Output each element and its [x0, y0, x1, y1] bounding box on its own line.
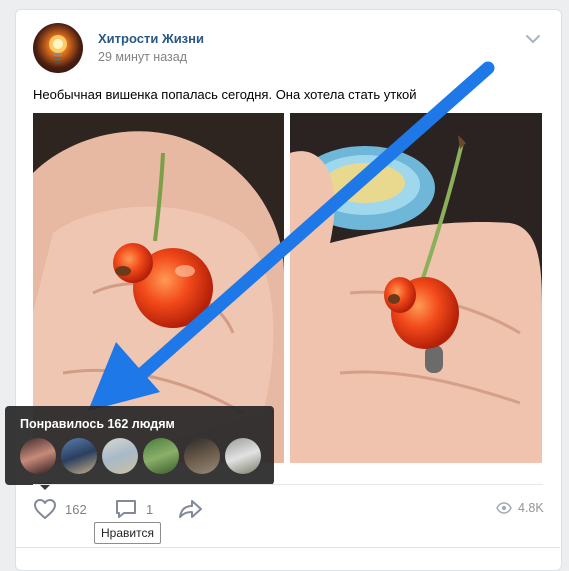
liker-avatar[interactable]: [20, 438, 56, 474]
eye-icon: [496, 502, 512, 514]
liker-avatar[interactable]: [184, 438, 220, 474]
comment-count: 1: [146, 501, 154, 517]
card-bottom-divider: [15, 547, 560, 548]
community-avatar[interactable]: [33, 23, 83, 73]
chevron-down-icon[interactable]: [523, 32, 543, 46]
share-button[interactable]: [178, 497, 204, 521]
post-text: Необычная вишенка попалась сегодня. Она …: [33, 87, 417, 102]
liker-avatar[interactable]: [61, 438, 97, 474]
liker-avatar[interactable]: [225, 438, 261, 474]
comment-icon: [116, 500, 136, 518]
post-photo-2[interactable]: [290, 113, 542, 463]
like-count: 162: [65, 501, 87, 517]
views-count: 4.8K: [518, 501, 544, 515]
like-button[interactable]: 162: [33, 497, 87, 521]
lightbulb-icon: [49, 35, 67, 64]
liker-avatar[interactable]: [143, 438, 179, 474]
like-hint-tooltip: Нравится: [94, 522, 161, 544]
post-timestamp[interactable]: 29 минут назад: [98, 50, 187, 64]
views-counter: 4.8K: [496, 501, 544, 515]
comment-button[interactable]: 1: [114, 497, 153, 521]
share-arrow-icon: [179, 500, 202, 518]
likes-tooltip: Понравилось 162 людям: [5, 406, 274, 485]
heart-icon: [34, 499, 56, 519]
likes-tooltip-title[interactable]: Понравилось 162 людям: [20, 417, 175, 431]
liker-avatar[interactable]: [102, 438, 138, 474]
post-author-link[interactable]: Хитрости Жизни: [98, 31, 204, 46]
actions-divider: [33, 484, 543, 485]
